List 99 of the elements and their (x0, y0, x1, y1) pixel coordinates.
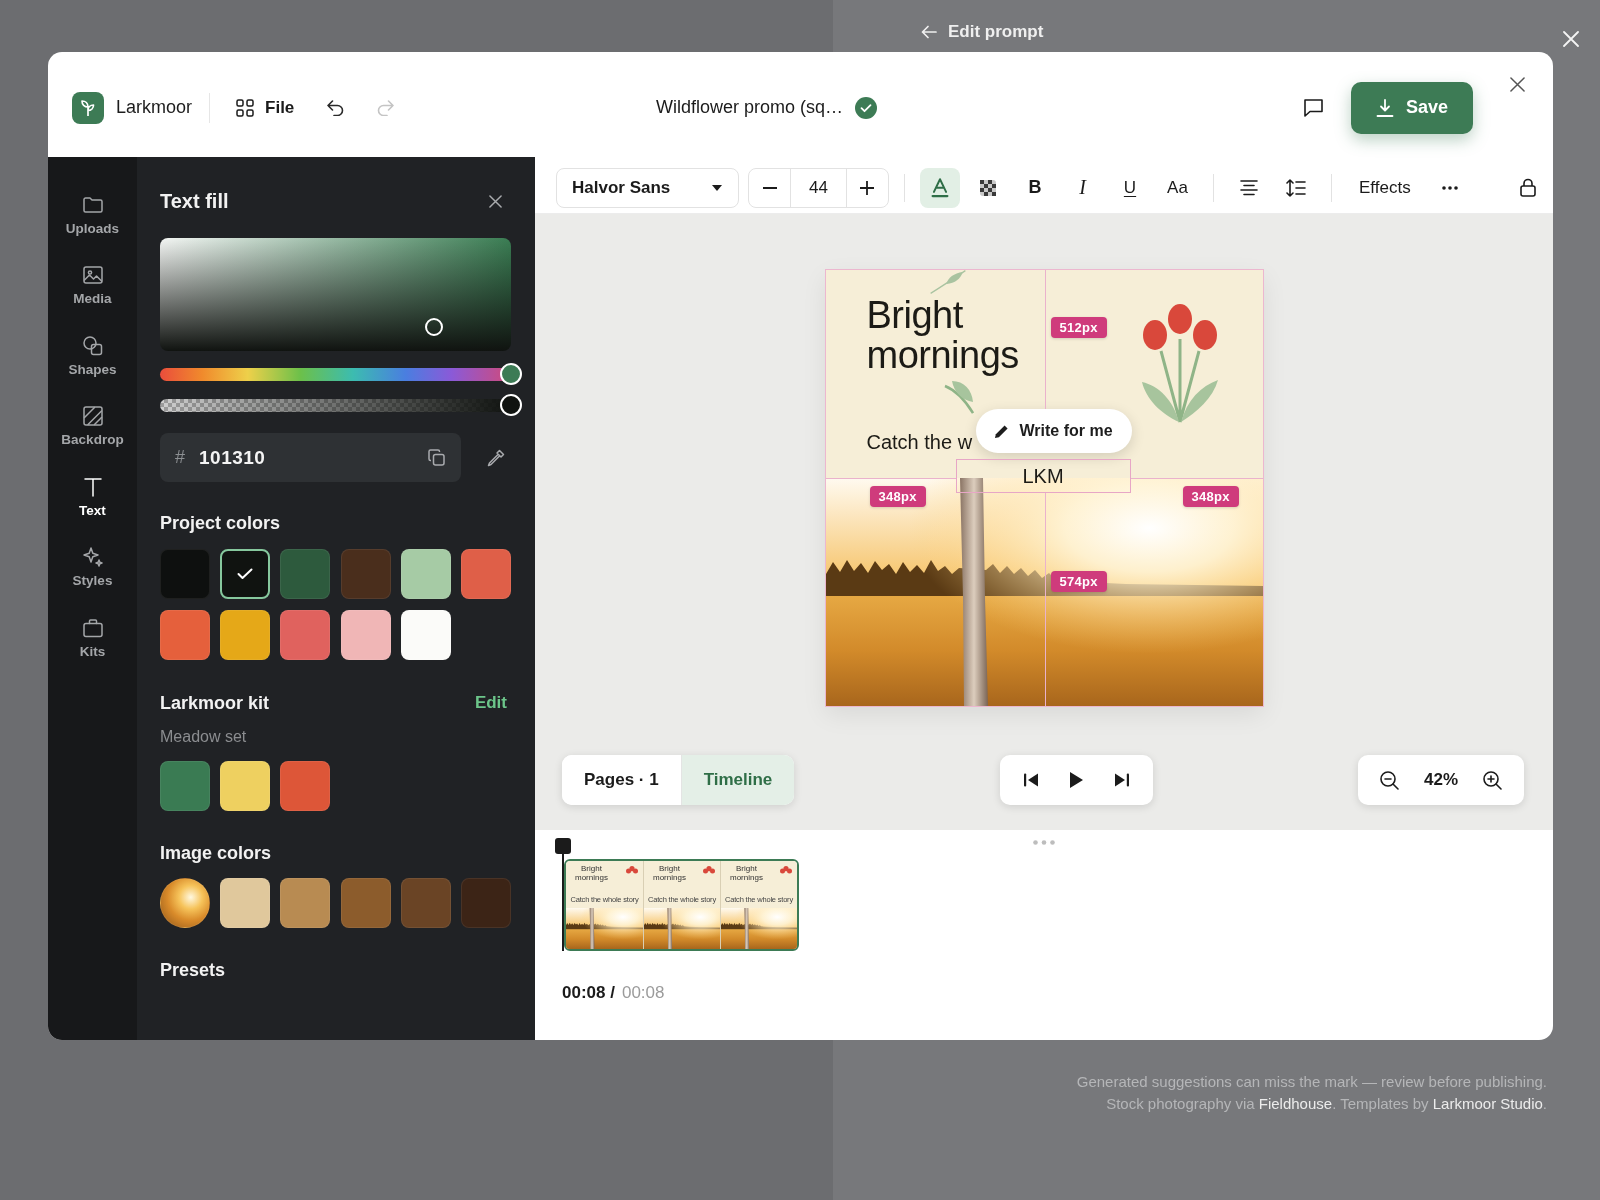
thumbnail-title: Bright mornings (730, 864, 763, 882)
folder-icon (82, 194, 103, 215)
slider-thumb[interactable] (500, 363, 522, 385)
close-icon[interactable] (1510, 77, 1525, 92)
undo-icon[interactable] (327, 99, 345, 116)
tulip-icon (626, 866, 638, 874)
view-tab[interactable]: Pages · 1 (562, 755, 681, 805)
color-swatch[interactable] (220, 549, 271, 599)
section-title: Larkmoor kit (160, 692, 270, 715)
total-duration: 00:08 (621, 982, 665, 1004)
align-center-icon (1239, 178, 1258, 197)
brand-name: Larkmoor (116, 97, 193, 118)
kit-set-name: Meadow set (160, 727, 247, 747)
font-dropdown[interactable]: Halvor Sans (556, 167, 739, 208)
slider-thumb[interactable] (500, 394, 522, 416)
eyedropper-icon[interactable] (487, 448, 505, 467)
zoom-out-icon[interactable] (1379, 770, 1399, 790)
disclaimer-text: Generated suggestions can miss the mark — review before publishing. (1076, 1072, 1547, 1092)
color-gradient-picker[interactable] (160, 238, 511, 351)
copy-icon[interactable] (428, 449, 445, 466)
rail-item[interactable]: Media (52, 250, 133, 321)
rail-item[interactable]: Styles (52, 532, 133, 603)
hex-color-field[interactable]: # 101310 (160, 433, 461, 482)
tulip-icon (703, 866, 715, 874)
caret-icon (712, 184, 722, 191)
hatched-square-icon (82, 406, 103, 427)
text-icon (82, 476, 103, 497)
playhead-handle[interactable] (555, 838, 571, 951)
letter-case-button[interactable]: Aa (1157, 167, 1198, 208)
section-title: Image colors (160, 842, 272, 865)
sparkle-icon (82, 547, 103, 568)
picker-handle[interactable] (425, 318, 443, 336)
document-title: Wildflower promo (sq… (656, 97, 844, 118)
measurement-label: 348px (869, 486, 926, 507)
bold-button[interactable]: B (1015, 167, 1055, 208)
save-button[interactable]: Save (1351, 81, 1473, 134)
measurement-label: 574px (1050, 571, 1107, 592)
arrow-left-icon (921, 25, 937, 39)
panel-title: Text fill (160, 189, 229, 213)
minus-icon[interactable] (762, 186, 777, 189)
underline-button[interactable]: U (1110, 167, 1150, 208)
more-icon (1442, 185, 1459, 190)
thumbnail-title: Bright mornings (575, 864, 608, 882)
briefcase-icon (82, 617, 103, 638)
close-icon[interactable] (489, 194, 502, 208)
drag-handle-icon[interactable] (1033, 840, 1055, 845)
rail-item[interactable]: Shapes (52, 321, 133, 392)
zoom-level: 42% (1423, 770, 1458, 790)
edit-link[interactable]: Edit (474, 693, 507, 713)
credit-link[interactable]: Fieldhouse (1258, 1095, 1333, 1112)
tulip-icon (780, 866, 792, 874)
credits-text: Stock photography via Fieldhouse. Templates by Larkmoor Studio. (1106, 1094, 1547, 1114)
current-time: 00:08 / (562, 982, 615, 1004)
edit-prompt-button[interactable]: Edit prompt (921, 22, 1044, 42)
opacity-slider[interactable] (160, 394, 522, 416)
photo-swatch[interactable] (160, 878, 210, 928)
subtitle-text[interactable]: Catch the w (866, 430, 973, 454)
text-color-button[interactable] (920, 167, 960, 208)
effects-button[interactable]: Effects (1347, 167, 1423, 208)
measurement-label: 512px (1050, 317, 1107, 338)
download-icon (1375, 98, 1394, 117)
rail-item[interactable]: Backdrop (52, 391, 133, 462)
rail-item[interactable]: Text (52, 462, 133, 533)
line-spacing-icon (1286, 177, 1306, 198)
measurement-label: 348px (1182, 486, 1239, 507)
plus-icon[interactable] (860, 180, 875, 195)
write-for-me-button[interactable]: Write for me (975, 409, 1132, 453)
thumbnail-title: Bright mornings (653, 864, 686, 882)
play-icon[interactable] (1069, 772, 1083, 788)
sprout-logo-icon (72, 91, 104, 124)
rail-item[interactable]: Kits (52, 603, 133, 674)
credit-link[interactable]: Larkmoor Studio (1432, 1095, 1543, 1112)
leaf-sprig-drawing (943, 380, 974, 414)
lock-icon[interactable] (1520, 178, 1536, 197)
check-icon (237, 568, 254, 580)
shapes-icon (82, 335, 103, 356)
skip-back-icon[interactable] (1023, 773, 1038, 787)
zoom-in-icon[interactable] (1483, 770, 1502, 790)
font-size-field[interactable]: 44 (790, 168, 847, 207)
headline-text[interactable]: Bright mornings (866, 295, 1019, 375)
pencil-icon (993, 423, 1009, 439)
file-menu-button[interactable]: File (236, 97, 295, 118)
rail-item[interactable]: Uploads (52, 180, 133, 251)
grid-icon (236, 98, 255, 117)
hue-slider[interactable] (160, 363, 522, 385)
skip-forward-icon[interactable] (1114, 773, 1129, 787)
text-selection-box[interactable]: LKM (955, 459, 1131, 493)
section-title: Project colors (160, 512, 281, 535)
italic-button[interactable]: I (1062, 167, 1103, 208)
hex-value: 101310 (199, 446, 266, 469)
comment-icon[interactable] (1304, 98, 1323, 117)
logo-text: LKM (1022, 464, 1064, 488)
section-title: Presets (160, 959, 226, 982)
image-icon (82, 265, 103, 286)
view-tab[interactable]: Timeline (680, 755, 795, 805)
hash-prefix: # (175, 447, 185, 468)
text-color-icon (930, 177, 950, 198)
leaf-sprig-drawing (929, 270, 966, 294)
checkerboard-icon (979, 179, 996, 196)
